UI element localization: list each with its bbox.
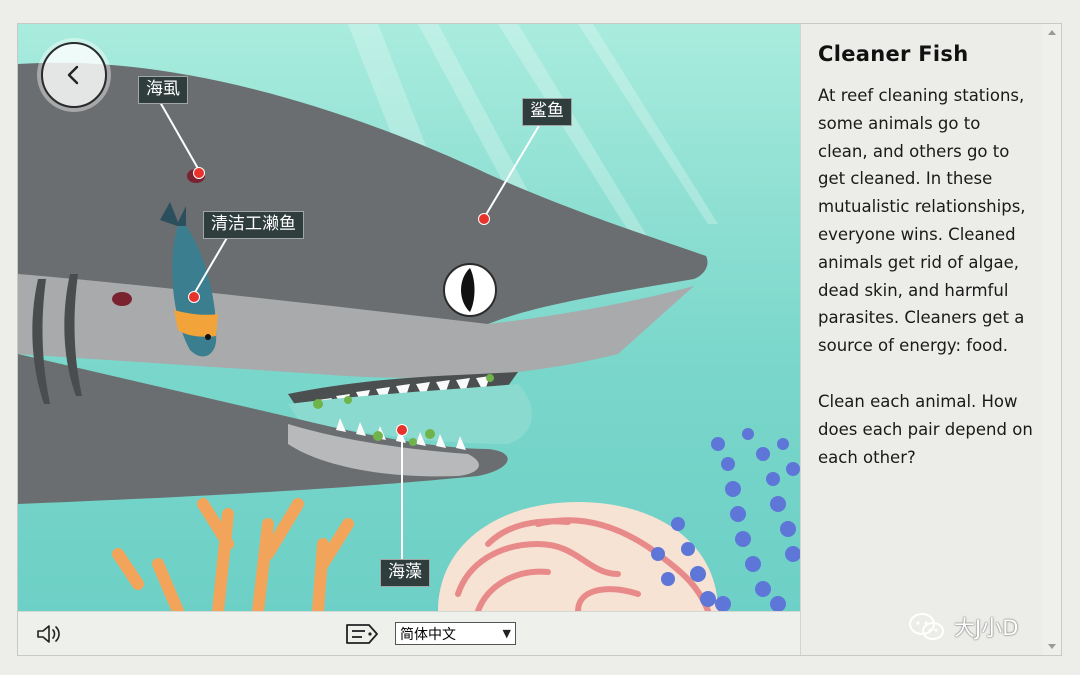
label-seaweed: 海藻	[380, 559, 430, 587]
scroll-down-arrow-icon[interactable]	[1048, 644, 1056, 649]
panel-paragraph-instruction: Clean each animal. How does each pair de…	[818, 391, 1033, 467]
wechat-icon	[909, 613, 944, 640]
panel-paragraph-intro: At reef cleaning stations, some animals …	[818, 86, 1026, 356]
panel-title: Cleaner Fish	[818, 42, 969, 66]
speaker-icon[interactable]	[36, 623, 64, 645]
scroll-up-arrow-icon[interactable]	[1048, 30, 1056, 35]
interactive-scene: 海虱 鲨鱼 清洁工濑鱼 海藻	[18, 24, 800, 611]
tag-icon[interactable]	[345, 623, 379, 645]
chevron-left-icon	[67, 65, 79, 85]
label-sea-louse: 海虱	[138, 76, 188, 104]
back-button[interactable]	[41, 42, 107, 108]
panel-scrollbar[interactable]	[1043, 24, 1061, 655]
chevron-down-icon: ▼	[502, 627, 511, 640]
scene-illustration	[18, 24, 800, 611]
info-panel: Cleaner Fish At reef cleaning stations, …	[800, 24, 1043, 655]
hotspot-seaweed[interactable]	[396, 424, 408, 436]
watermark-text: 大J小D	[954, 616, 1019, 640]
hotspot-shark[interactable]	[478, 213, 490, 225]
language-selected-value: 简体中文	[400, 626, 456, 643]
app-frame: 海虱 鲨鱼 清洁工濑鱼 海藻 简体中文 ▼ Cleaner Fish At re…	[17, 23, 1062, 656]
label-shark: 鲨鱼	[522, 98, 572, 126]
watermark: 大J小D	[908, 612, 1018, 642]
label-cleaner-wrasse: 清洁工濑鱼	[203, 211, 304, 239]
bottom-toolbar: 简体中文 ▼	[18, 611, 800, 655]
hotspot-sea-louse[interactable]	[193, 167, 205, 179]
hotspot-cleaner-wrasse[interactable]	[188, 291, 200, 303]
language-select[interactable]: 简体中文 ▼	[395, 622, 516, 645]
